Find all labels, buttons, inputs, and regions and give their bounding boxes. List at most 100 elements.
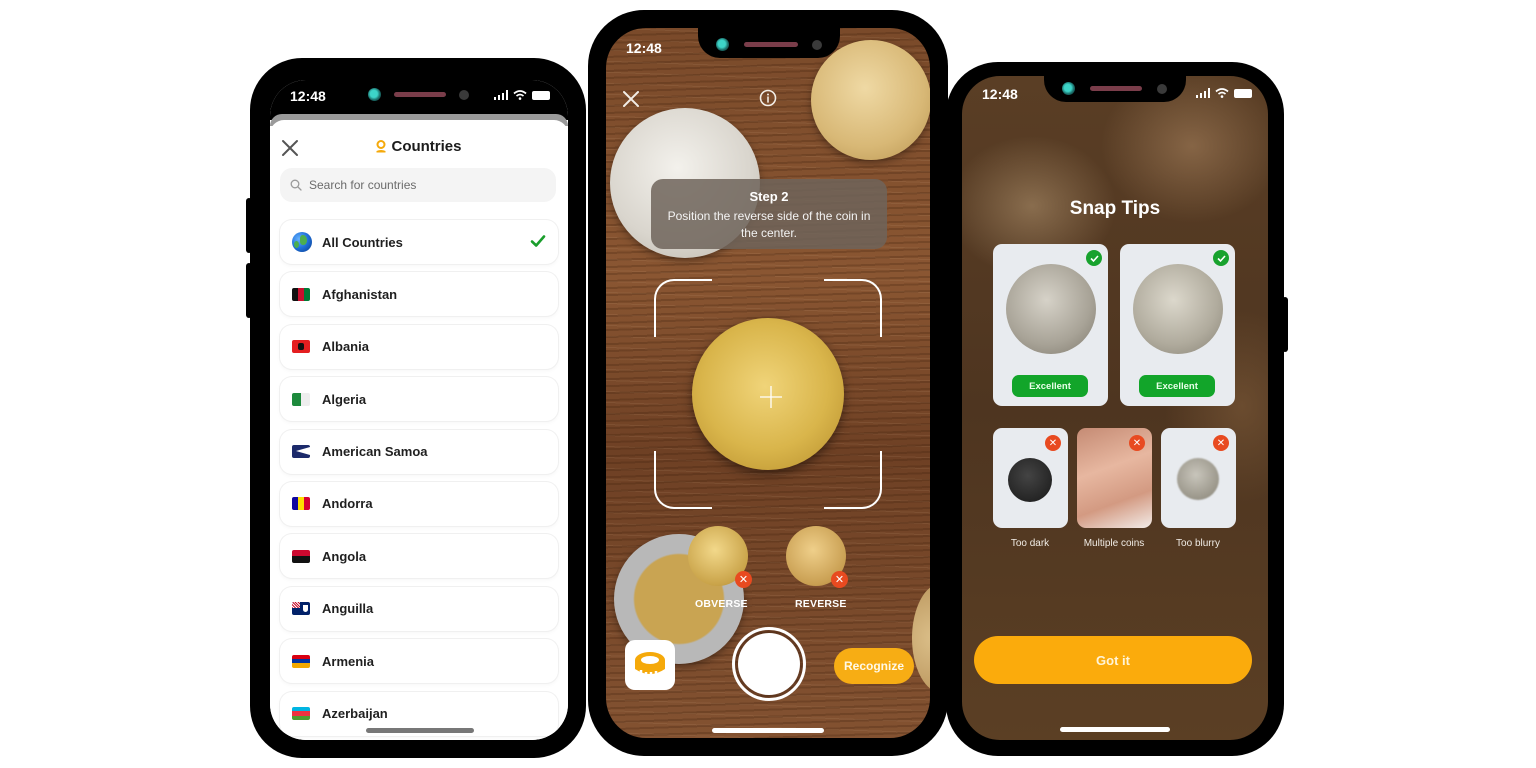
country-label: Azerbaijan (322, 706, 388, 722)
tip-caption: Multiple coins (1083, 538, 1145, 549)
search-icon (290, 179, 302, 191)
info-icon[interactable] (759, 89, 777, 107)
camera-lens (716, 38, 729, 51)
status-time: 12:48 (982, 86, 1018, 102)
camera-lens (368, 88, 381, 101)
flag-armenia-icon (292, 654, 310, 668)
coin-image (811, 40, 930, 160)
coin-blurry-image (1177, 458, 1219, 500)
x-badge-icon: ✕ (1129, 435, 1145, 451)
notch (698, 28, 840, 58)
close-icon[interactable] (622, 90, 640, 108)
status-icons (1195, 88, 1252, 98)
step-description: Position the reverse side of the coin in… (667, 209, 871, 240)
speaker-grille (744, 42, 798, 47)
obverse-label: OBVERSE (695, 598, 748, 610)
crosshair-icon (760, 386, 782, 408)
country-item-algeria[interactable]: Algeria (280, 377, 558, 422)
status-time: 12:48 (626, 40, 662, 56)
home-indicator (366, 728, 474, 733)
flag-azerbaijan-icon (292, 707, 310, 720)
country-item-albania[interactable]: Albania (280, 324, 558, 369)
battery-icon (532, 90, 550, 100)
bad-example-card: ✕ (993, 428, 1068, 528)
camera-screen: 12:48 Step 2 Position the reverse side o… (606, 28, 930, 738)
home-indicator (712, 728, 824, 733)
remove-obverse-icon[interactable]: ✕ (735, 571, 752, 588)
remove-reverse-icon[interactable]: ✕ (831, 571, 848, 588)
country-item-armenia[interactable]: Armenia (280, 639, 558, 684)
country-label: Albania (322, 339, 369, 355)
x-badge-icon: ✕ (1213, 435, 1229, 451)
search-input[interactable] (309, 178, 529, 192)
signal-icon (1195, 88, 1210, 98)
flag-anguilla-icon (292, 602, 310, 616)
flag-angola-icon (292, 549, 310, 563)
bad-example-card: ✕ (1077, 428, 1152, 528)
country-item-angola[interactable]: Angola (280, 534, 558, 579)
scan-frame-corner (824, 451, 882, 509)
notch (1044, 76, 1186, 102)
bad-example-card: ✕ (1161, 428, 1236, 528)
snap-tips-screen: 12:48 Snap Tips Excellent Excellent ✕ ✕ (962, 76, 1268, 740)
countries-sheet: Countries All Countries Afghanistan (270, 120, 568, 740)
country-item-american-samoa[interactable]: American Samoa (280, 429, 558, 474)
flag-andorra-icon (292, 497, 310, 511)
phone-countries: 12:48 Countries All Countries (246, 58, 586, 758)
good-example-card: Excellent (1120, 244, 1235, 406)
volume-button (246, 263, 252, 318)
country-label: Armenia (322, 653, 375, 669)
sensor-dot (812, 40, 822, 50)
reverse-label: REVERSE (795, 598, 847, 610)
notch (352, 80, 486, 106)
speaker-grille (394, 92, 446, 97)
coin-collection-icon (635, 652, 665, 678)
checkmark-badge-icon (1213, 250, 1229, 266)
recognize-button[interactable]: Recognize (834, 648, 914, 684)
status-icons (493, 90, 550, 100)
country-item-anguilla[interactable]: Anguilla (280, 586, 558, 631)
instruction-tooltip: Step 2 Position the reverse side of the … (651, 179, 887, 249)
camera-lens (1062, 82, 1075, 95)
country-label: Afghanistan (322, 286, 398, 302)
scan-frame-corner (654, 279, 712, 337)
country-label: Andorra (322, 496, 373, 512)
sensor-dot (1157, 84, 1167, 94)
tip-caption: Too dark (1010, 538, 1050, 549)
phone-camera: 12:48 Step 2 Position the reverse side o… (588, 10, 948, 756)
step-title: Step 2 (749, 189, 789, 204)
page-title: Snap Tips (1069, 198, 1161, 219)
checkmark-badge-icon (1086, 250, 1102, 266)
got-it-button[interactable]: Got it (974, 636, 1252, 684)
tip-caption: Too blurry (1176, 538, 1220, 549)
flag-afghanistan-icon (292, 287, 310, 301)
good-example-card: Excellent (993, 244, 1108, 406)
country-list: All Countries Afghanistan Albania Algeri… (280, 220, 558, 740)
country-item-andorra[interactable]: Andorra (280, 481, 558, 526)
shutter-inner (738, 633, 800, 695)
checkmark-icon (530, 235, 546, 247)
quality-badge: Excellent (1012, 375, 1088, 397)
sensor-dot (459, 90, 469, 100)
flag-algeria-icon (292, 392, 310, 406)
coin-dark-image (1008, 458, 1052, 502)
x-badge-icon: ✕ (1045, 435, 1061, 451)
coin-reverse-image (1133, 264, 1223, 354)
signal-icon (493, 90, 508, 100)
flag-albania-icon (292, 340, 310, 354)
country-item-all[interactable]: All Countries (280, 220, 558, 264)
speaker-grille (1090, 86, 1142, 91)
search-box[interactable] (280, 168, 556, 202)
flag-american-samoa-icon (292, 445, 310, 459)
scan-frame-corner (824, 279, 882, 337)
shutter-button[interactable] (732, 627, 806, 701)
home-indicator (1060, 727, 1170, 732)
location-pin-icon (376, 140, 386, 153)
coin-image (912, 583, 930, 693)
volume-button (246, 198, 252, 253)
gallery-button[interactable] (625, 640, 675, 690)
quality-badge: Excellent (1139, 375, 1215, 397)
country-item-afghanistan[interactable]: Afghanistan (280, 272, 558, 317)
wifi-icon (513, 90, 527, 100)
wifi-icon (1215, 88, 1229, 98)
